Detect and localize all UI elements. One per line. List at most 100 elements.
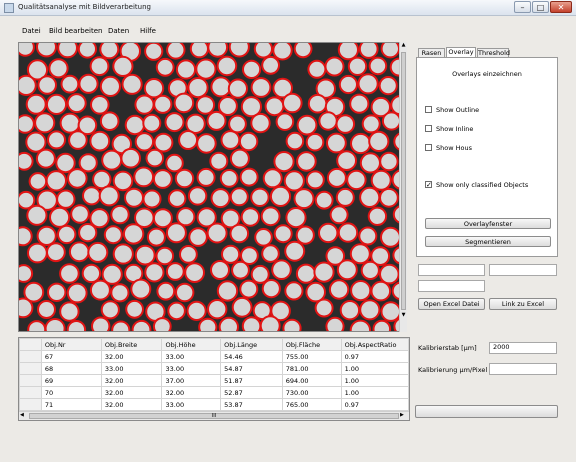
particle [361,114,381,134]
scroll-thumb[interactable] [401,52,406,310]
particle [195,58,217,80]
table-cell[interactable]: 54.87 [220,362,283,375]
table-cell[interactable]: 32.00 [100,398,163,411]
table-cell[interactable]: 69 [40,374,102,387]
particle [295,225,315,245]
show-classified-label: Show only classified Objects [436,181,529,189]
calibration-pixel-input[interactable] [489,363,557,375]
table-cell[interactable]: 755.00 [281,350,342,363]
table-cell[interactable]: 33.00 [161,362,222,375]
table-cell[interactable]: 730.00 [281,386,342,399]
table-cell[interactable]: 37.00 [161,374,222,387]
scroll-left-icon[interactable]: ◀ [20,412,24,418]
col-header-laenge[interactable]: Obj.Länge [220,338,283,351]
table-cell[interactable]: 765.00 [281,398,342,411]
action-button[interactable] [415,405,558,418]
particle [329,205,349,225]
maximize-button[interactable]: □ [532,1,549,13]
table-row[interactable]: 70 32.00 32.00 52.87 730.00 1.00 [19,386,409,399]
menu-datei[interactable]: Datei [22,27,41,35]
table-cell[interactable]: 53.87 [220,398,283,411]
table-cell[interactable]: 70 [40,386,102,399]
particle [110,204,130,225]
table-row[interactable]: 69 32.00 37.00 51.87 694.00 1.00 [19,374,409,387]
table-cell[interactable]: 33.00 [100,362,163,375]
table-cell[interactable]: 68 [40,362,102,375]
table-cell[interactable]: 694.00 [281,374,342,387]
results-grid[interactable]: Obj.Nr Obj.Breite Obj.Höhe Obj.Länge Obj… [18,337,410,421]
row-header[interactable] [19,374,42,387]
table-row[interactable]: 67 32.00 33.00 54.46 755.00 0.97 [19,350,409,363]
grid-scroll-thumb[interactable]: III [29,413,399,419]
table-cell[interactable]: 0.97 [340,350,409,363]
table-cell[interactable]: 71 [40,398,102,411]
segment-button[interactable]: Segmentieren [425,236,551,247]
overlay-window-button[interactable]: Overlayfenster [425,218,551,229]
col-header-hoehe[interactable]: Obj.Höhe [161,338,222,351]
table-row[interactable]: 68 33.00 33.00 54.87 781.00 1.00 [19,362,409,375]
side-field-top-right[interactable] [489,264,557,276]
table-cell[interactable]: 67 [40,350,102,363]
minimize-button[interactable]: – [514,1,531,13]
table-cell[interactable]: 32.00 [100,374,163,387]
particle [228,43,250,58]
menu-hilfe[interactable]: Hilfe [140,27,156,35]
scroll-down-icon[interactable]: ▼ [400,312,407,320]
show-hous-checkbox[interactable] [425,144,432,151]
show-classified-checkbox[interactable]: ✓ [425,181,432,189]
table-cell[interactable]: 51.87 [220,374,283,387]
side-field-second-left[interactable] [418,280,485,292]
particle [48,206,71,228]
table-cell[interactable]: 1.00 [340,386,409,399]
row-header[interactable] [19,362,42,375]
particle [335,187,355,207]
show-outline-checkbox[interactable] [425,106,432,113]
table-cell[interactable]: 33.00 [161,350,222,363]
side-field-top-left[interactable] [418,264,485,276]
particle [350,132,372,155]
open-excel-button[interactable]: Open Excel Datei [418,298,485,310]
menu-bild-bearbeiten[interactable]: Bild bearbeiten [49,27,102,35]
particle [57,224,77,245]
particle [145,148,165,168]
link-excel-button[interactable]: Link zu Excel [489,298,557,310]
grid-horizontal-scrollbar[interactable]: ◀ ▶ III [19,411,409,420]
col-header-nr[interactable]: Obj.Nr [40,338,102,351]
table-cell[interactable]: 32.00 [100,386,163,399]
col-header-breite[interactable]: Obj.Breite [100,338,163,351]
row-header[interactable] [19,350,42,363]
grid-corner [19,338,42,351]
particle [59,301,80,322]
table-cell[interactable]: 52.87 [220,386,283,399]
show-inline-checkbox[interactable] [425,125,432,132]
table-row[interactable]: 71 32.00 33.00 53.87 765.00 0.97 [19,398,409,411]
particle [56,189,76,209]
table-cell[interactable]: 0.97 [340,398,409,411]
table-cell[interactable]: 1.00 [340,362,409,375]
table-cell[interactable]: 32.00 [100,350,163,363]
particle [167,189,187,208]
row-header[interactable] [19,386,42,399]
table-cell[interactable]: 54.46 [220,350,283,363]
scroll-right-icon[interactable]: ▶ [400,412,404,418]
image-vertical-scrollbar[interactable]: ▲ ▼ [399,42,407,332]
table-cell[interactable]: 32.00 [161,386,222,399]
table-cell[interactable]: 781.00 [281,362,342,375]
close-button[interactable]: ✕ [550,1,572,13]
scroll-up-icon[interactable]: ▲ [400,42,407,50]
window-title: Qualitätsanalyse mit Bildverarbeitung [18,3,151,11]
particle [35,148,56,169]
col-header-aspect[interactable]: Obj.AspectRatio [340,338,409,351]
particle [210,76,232,98]
table-cell[interactable]: 1.00 [340,374,409,387]
row-header[interactable] [19,398,42,411]
particle [379,151,399,172]
menu-daten[interactable]: Daten [108,27,129,35]
particle [380,43,400,59]
calibration-length-input[interactable]: 2000 [489,342,557,354]
col-header-flaeche[interactable]: Obj.Fläche [281,338,342,351]
image-view[interactable] [18,42,407,332]
particle [144,43,164,61]
table-cell[interactable]: 33.00 [161,398,222,411]
particle [196,133,217,154]
